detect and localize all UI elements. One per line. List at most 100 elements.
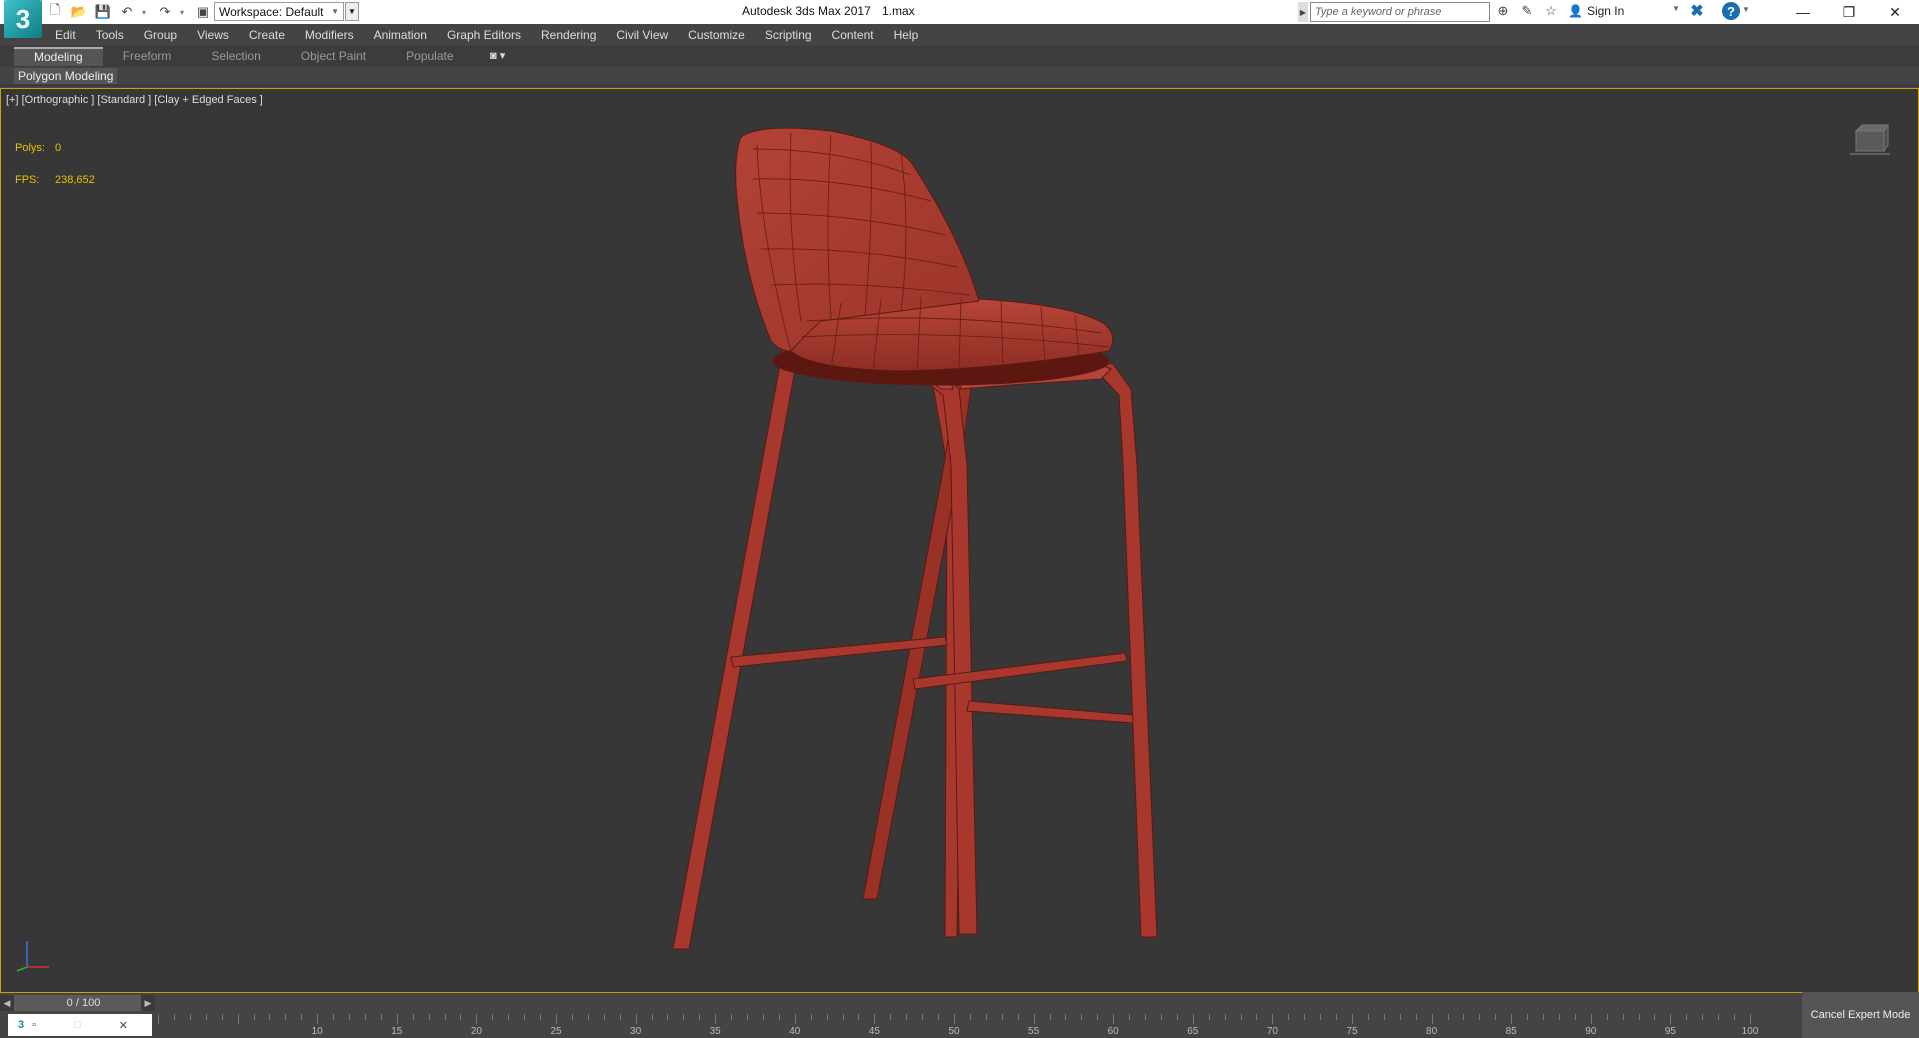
menu-item-animation[interactable]: Animation: [374, 28, 427, 42]
menu-item-tools[interactable]: Tools: [96, 28, 124, 42]
redo-dropdown-icon[interactable]: ▾: [180, 8, 188, 17]
timeline-tick: [540, 1014, 542, 1020]
help-icon[interactable]: ?: [1722, 2, 1740, 20]
chair-model[interactable]: [1, 89, 1918, 992]
ribbon-display-toggle-icon[interactable]: ◙ ▾: [490, 49, 505, 62]
close-button[interactable]: ✕: [1872, 0, 1918, 24]
timeline-tick: [285, 1014, 287, 1020]
timeline-tick: [1750, 1014, 1751, 1024]
timeline-tick: [985, 1014, 987, 1020]
viewport-label-menu[interactable]: [+] [Orthographic ] [Standard ] [Clay + …: [6, 94, 263, 106]
app-logo[interactable]: 3: [4, 0, 42, 38]
time-slider: ◀ 0 / 100 ▶: [0, 994, 1919, 1012]
window-icon: ▫: [32, 1019, 37, 1031]
cancel-expert-mode-button[interactable]: Cancel Expert Mode: [1802, 992, 1919, 1038]
timeline-tick: [1224, 1014, 1226, 1020]
timeline-tick: [173, 1014, 175, 1020]
timeline-tick: [1702, 1014, 1704, 1020]
timeline-tick: [412, 1014, 414, 1020]
menu-item-scripting[interactable]: Scripting: [765, 28, 812, 42]
window-file-name: 1.max: [882, 4, 915, 18]
menu-item-modifiers[interactable]: Modifiers: [305, 28, 354, 42]
timeline-area: 3 ▫ □ ✕ 10 15 20 25 30 35 40 45 50 55 60 65 70 75 80 85…: [0, 1012, 1919, 1038]
timeline-tick: [1304, 1014, 1306, 1020]
timeline-tick: [1001, 1014, 1003, 1020]
sign-in-label: Sign In: [1586, 4, 1625, 18]
communication-center-icon[interactable]: ✎: [1518, 2, 1536, 20]
menu-item-views[interactable]: Views: [197, 28, 229, 42]
undo-icon[interactable]: ↶: [118, 3, 136, 21]
open-file-icon[interactable]: 📂: [70, 3, 88, 21]
time-slider-prev-button[interactable]: ◀: [0, 995, 14, 1011]
timeline-tick: [1511, 1014, 1513, 1024]
binoculars-icon[interactable]: ⊕: [1494, 2, 1512, 20]
timeline-tick: [715, 1014, 717, 1024]
menu-item-graph-editors[interactable]: Graph Editors: [447, 28, 521, 42]
timeline-tick: [938, 1014, 940, 1020]
workspace-select[interactable]: Workspace: Default ▼: [214, 2, 344, 21]
sign-in-dropdown-icon[interactable]: ▼: [1672, 4, 1680, 13]
timeline-tick: [428, 1014, 430, 1020]
timeline-tick: [396, 1014, 398, 1024]
viewcube-icon[interactable]: [1850, 123, 1890, 157]
timeline-tick: [651, 1014, 653, 1020]
maxscript-icon: 3: [18, 1019, 25, 1031]
favorites-star-icon[interactable]: ☆: [1542, 2, 1560, 20]
restore-button[interactable]: ❐: [1826, 0, 1872, 24]
redo-icon[interactable]: ↷: [156, 3, 174, 21]
timeline-tick: [1463, 1014, 1465, 1020]
timeline-tick-label: 90: [1585, 1026, 1597, 1037]
close-icon[interactable]: ✕: [119, 1019, 128, 1032]
search-input[interactable]: Type a keyword or phrase: [1310, 2, 1490, 22]
menu-item-customize[interactable]: Customize: [688, 28, 745, 42]
menu-item-civil-view[interactable]: Civil View: [616, 28, 668, 42]
menu-item-rendering[interactable]: Rendering: [541, 28, 596, 42]
polygon-modeling-panel[interactable]: Polygon Modeling: [14, 68, 118, 84]
timeline-tick: [762, 1014, 764, 1020]
menu-item-edit[interactable]: Edit: [55, 28, 76, 42]
timeline-tick: [189, 1014, 191, 1020]
timeline-tick: [524, 1014, 526, 1020]
timeline-tick: [826, 1014, 828, 1020]
workspace-options-button[interactable]: ▼: [345, 2, 359, 21]
menu-item-create[interactable]: Create: [249, 28, 285, 42]
project-folder-icon[interactable]: ▣: [194, 3, 212, 21]
timeline-tick: [1495, 1014, 1497, 1020]
time-slider-thumb[interactable]: 0 / 100: [14, 995, 153, 1011]
exchange-apps-icon[interactable]: ✖: [1688, 2, 1706, 20]
timeline-tick: [731, 1014, 733, 1020]
polys-label: Polys:: [15, 142, 45, 154]
timeline-tick: [1447, 1014, 1449, 1020]
save-icon[interactable]: 💾: [94, 3, 112, 21]
help-dropdown-icon[interactable]: ▼: [1742, 5, 1750, 14]
timeline-tick: [667, 1014, 669, 1020]
timeline-ruler[interactable]: 10 15 20 25 30 35 40 45 50 55 60 65 70 75 80 85 90 95 100: [158, 1012, 1758, 1038]
timeline-tick: [1240, 1014, 1242, 1020]
timeline-tick: [1686, 1014, 1688, 1020]
tab-modeling[interactable]: Modeling: [14, 47, 103, 66]
sign-in-button[interactable]: 👤 Sign In: [1568, 4, 1624, 18]
timeline-tick: [1638, 1014, 1640, 1020]
viewport-orthographic[interactable]: [+] [Orthographic ] [Standard ] [Clay + …: [0, 88, 1919, 993]
timeline-tick: [444, 1014, 446, 1020]
timeline-tick-label: 15: [391, 1026, 403, 1037]
menu-item-help[interactable]: Help: [894, 28, 919, 42]
tab-populate[interactable]: Populate: [386, 47, 473, 66]
workspace-select-label: Workspace: Default: [219, 4, 324, 19]
timeline-tick: [221, 1014, 223, 1020]
tab-freeform[interactable]: Freeform: [103, 47, 192, 66]
menu-item-group[interactable]: Group: [144, 28, 177, 42]
search-expand-button[interactable]: ▶: [1298, 2, 1308, 22]
maxscript-listener-mini[interactable]: 3 ▫ □ ✕: [8, 1014, 152, 1036]
tab-selection[interactable]: Selection: [191, 47, 280, 66]
timeline-tick: [349, 1014, 351, 1020]
undo-dropdown-icon[interactable]: ▾: [142, 8, 150, 17]
tab-object-paint[interactable]: Object Paint: [281, 47, 386, 66]
new-file-icon[interactable]: 🗋: [46, 2, 64, 21]
timeline-tick: [1017, 1014, 1019, 1020]
menu-item-content[interactable]: Content: [832, 28, 874, 42]
timeline-tick-label: 80: [1426, 1026, 1438, 1037]
search-tools: ⊕ ✎ ☆: [1494, 2, 1560, 20]
time-slider-next-button[interactable]: ▶: [141, 995, 155, 1011]
minimize-button[interactable]: —: [1780, 0, 1826, 24]
